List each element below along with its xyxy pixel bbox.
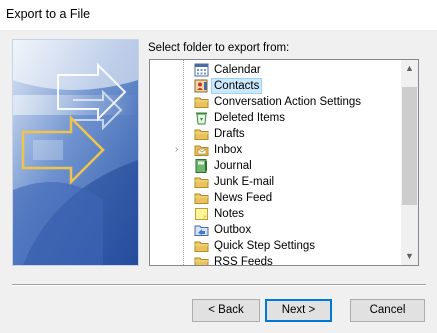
next-button-label: Next > xyxy=(281,304,316,316)
outbox-icon xyxy=(194,223,209,237)
folder-label: Drafts xyxy=(214,128,245,140)
folder-label: Quick Step Settings xyxy=(214,240,315,252)
folder-label: Deleted Items xyxy=(214,112,285,124)
folder-item[interactable]: Outbox xyxy=(150,222,400,238)
folder-label: Calendar xyxy=(214,64,261,76)
folder-item[interactable]: Notes xyxy=(150,206,400,222)
folder-item[interactable]: Contacts xyxy=(150,78,400,94)
folder-item[interactable]: Drafts xyxy=(150,126,400,142)
scroll-up-arrow-icon[interactable]: ▲ xyxy=(401,60,418,77)
folder-icon xyxy=(194,127,209,141)
wizard-banner-image xyxy=(12,39,139,266)
export-folder-prompt: Select folder to export from: xyxy=(148,42,289,54)
folder-label: RSS Feeds xyxy=(214,256,273,266)
folder-icon xyxy=(194,255,209,265)
cancel-button[interactable]: Cancel xyxy=(350,299,425,322)
folder-label: News Feed xyxy=(214,192,273,204)
folder-item[interactable]: Calendar xyxy=(150,62,400,78)
next-button[interactable]: Next > xyxy=(265,299,332,322)
folder-item[interactable]: Conversation Action Settings xyxy=(150,94,400,110)
back-button[interactable]: < Back xyxy=(192,299,260,322)
contacts-icon xyxy=(194,79,209,93)
scroll-down-arrow-icon[interactable]: ▼ xyxy=(401,248,418,265)
folder-icon xyxy=(194,239,209,253)
folder-item[interactable]: Junk E-mail xyxy=(150,174,400,190)
folder-label: Journal xyxy=(214,160,252,172)
vertical-scrollbar[interactable]: ▲ ▼ xyxy=(401,60,418,265)
folder-label: Inbox xyxy=(214,144,243,156)
folder-tree[interactable]: Calendar Contacts Conversation Action Sett… xyxy=(149,59,419,266)
cancel-button-label: Cancel xyxy=(369,304,406,316)
prompt-label: Select folder to export from: xyxy=(148,42,290,54)
notes-icon xyxy=(194,207,209,221)
journal-icon xyxy=(194,159,209,173)
back-button-label: < Back xyxy=(208,304,244,316)
folder-icon xyxy=(194,175,209,189)
folder-label: Contacts xyxy=(210,78,263,94)
folder-icon xyxy=(194,191,209,205)
button-separator xyxy=(12,284,426,286)
folder-icon xyxy=(194,95,209,109)
folder-label: Junk E-mail xyxy=(214,176,275,188)
folder-item[interactable]: › Inbox xyxy=(150,142,400,158)
folder-item[interactable]: RSS Feeds xyxy=(150,254,400,266)
recycle-bin-icon xyxy=(194,111,209,125)
inbox-folder-icon xyxy=(194,143,209,157)
scrollbar-thumb[interactable] xyxy=(402,87,417,205)
folder-item[interactable]: Journal xyxy=(150,158,400,174)
folder-label: Notes xyxy=(214,208,245,220)
folder-label: Outbox xyxy=(214,224,252,236)
expand-chevron-icon[interactable]: › xyxy=(175,144,185,156)
folder-item[interactable]: Deleted Items xyxy=(150,110,400,126)
title-bar: Export to a File xyxy=(0,0,437,31)
calendar-icon xyxy=(194,63,209,77)
folder-label: Conversation Action Settings xyxy=(214,96,362,108)
folder-item[interactable]: Quick Step Settings xyxy=(150,238,400,254)
folder-item[interactable]: News Feed xyxy=(150,190,400,206)
window-title: Export to a File xyxy=(6,7,91,21)
